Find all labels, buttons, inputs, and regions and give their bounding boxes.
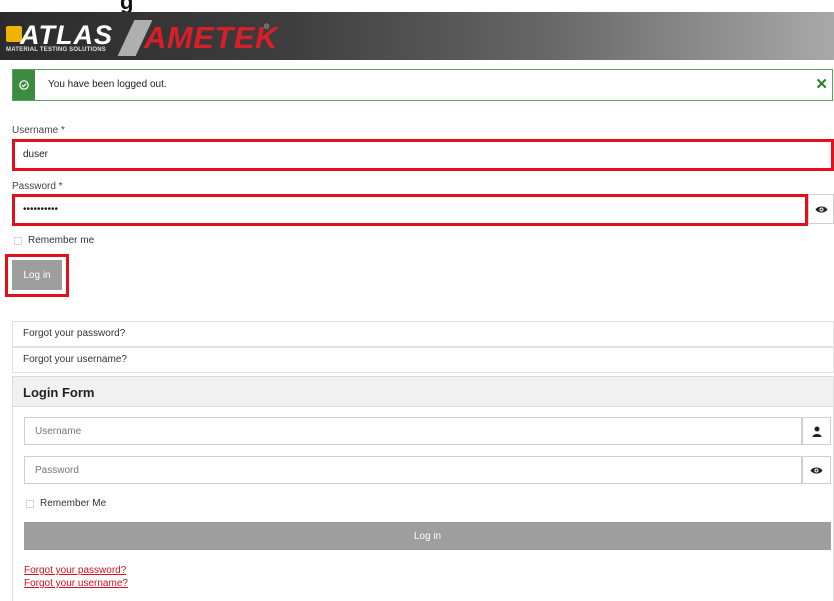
module-forgot-password-link[interactable]: Forgot your password? <box>24 565 126 576</box>
module-password-reveal-button[interactable] <box>802 456 831 484</box>
module-remember-me-checkbox[interactable] <box>26 500 34 508</box>
user-icon-addon <box>802 417 831 445</box>
module-forgot-username-link[interactable]: Forgot your username? <box>24 578 128 589</box>
alert-message: You have been logged out. <box>48 79 167 90</box>
module-login-button[interactable]: Log in <box>24 522 831 550</box>
panel-header: Login Form <box>13 377 833 407</box>
logout-alert: You have been logged out. ✕ <box>12 69 833 101</box>
login-button-highlight <box>5 254 69 297</box>
eye-icon <box>815 206 827 212</box>
remember-me-label: Remember me <box>28 235 95 246</box>
login-form-panel: Login Form <box>12 376 834 601</box>
eye-icon <box>810 467 823 473</box>
module-remember-me-label: Remember Me <box>40 498 107 509</box>
user-icon <box>812 426 821 437</box>
panel-title: Login Form <box>23 385 95 400</box>
username-highlight <box>12 139 834 171</box>
password-highlight <box>12 194 808 226</box>
registered-mark: ® <box>264 24 270 31</box>
username-label: Username * <box>12 125 65 136</box>
brand-logo[interactable]: ATLAS MATERIAL TESTING SOLUTIONS AMETEK … <box>6 18 336 56</box>
forgot-username-link[interactable]: Forgot your username? <box>12 347 834 373</box>
module-password-input[interactable] <box>24 456 802 484</box>
forgot-password-link[interactable]: Forgot your password? <box>12 321 834 347</box>
check-circle-icon <box>13 70 35 100</box>
remember-me-checkbox[interactable] <box>14 237 22 245</box>
header-banner: ATLAS MATERIAL TESTING SOLUTIONS AMETEK … <box>0 12 834 60</box>
close-icon[interactable]: ✕ <box>815 75 828 93</box>
password-label: Password * <box>12 181 63 192</box>
atlas-logo-subtitle: MATERIAL TESTING SOLUTIONS <box>6 47 106 53</box>
password-reveal-button[interactable] <box>808 194 834 224</box>
ametek-logo-text: AMETEK <box>144 20 278 55</box>
module-username-input[interactable] <box>24 417 802 445</box>
